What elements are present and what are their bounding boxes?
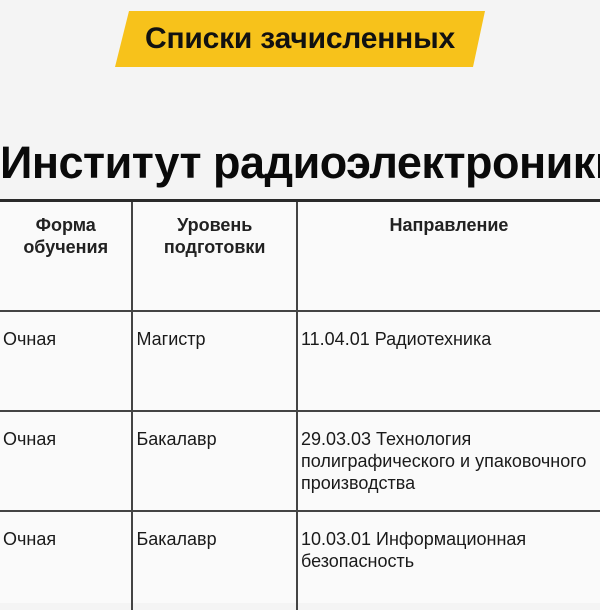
cell-direction: 29.03.03 Технология полиграфического и у… (296, 411, 600, 512)
header-level: Уровень подготовки (132, 202, 298, 312)
table-header-row: Форма обучения Уровень подготовки Направ… (0, 202, 600, 312)
banner: Списки зачисленных (115, 11, 485, 67)
cell-level: Бакалавр (132, 411, 298, 512)
cell-study-form: Очная (0, 511, 134, 610)
table-row: Очная Бакалавр 10.03.01 Информационная б… (0, 511, 600, 610)
cell-level: Бакалавр (132, 511, 298, 610)
cell-direction: 10.03.01 Информационная безопасность (300, 529, 527, 571)
cell-study-form: Очная (0, 311, 134, 412)
cell-study-form: Очная (0, 411, 134, 512)
table-row: Очная Магистр 11.04.01 Радиотехника (0, 311, 600, 412)
banner-label: Списки зачисленных (145, 22, 455, 55)
admissions-table: Форма обучения Уровень подготовки Направ… (0, 199, 600, 610)
cell-direction: 11.04.01 Радиотехника (296, 311, 600, 412)
page-title: Институт радиоэлектроники (0, 137, 600, 188)
header-direction: Направление (296, 202, 600, 312)
header-study-form: Форма обучения (0, 202, 134, 312)
cell-level: Магистр (132, 311, 298, 412)
table-row: Очная Бакалавр 29.03.03 Технология полиг… (0, 411, 600, 512)
